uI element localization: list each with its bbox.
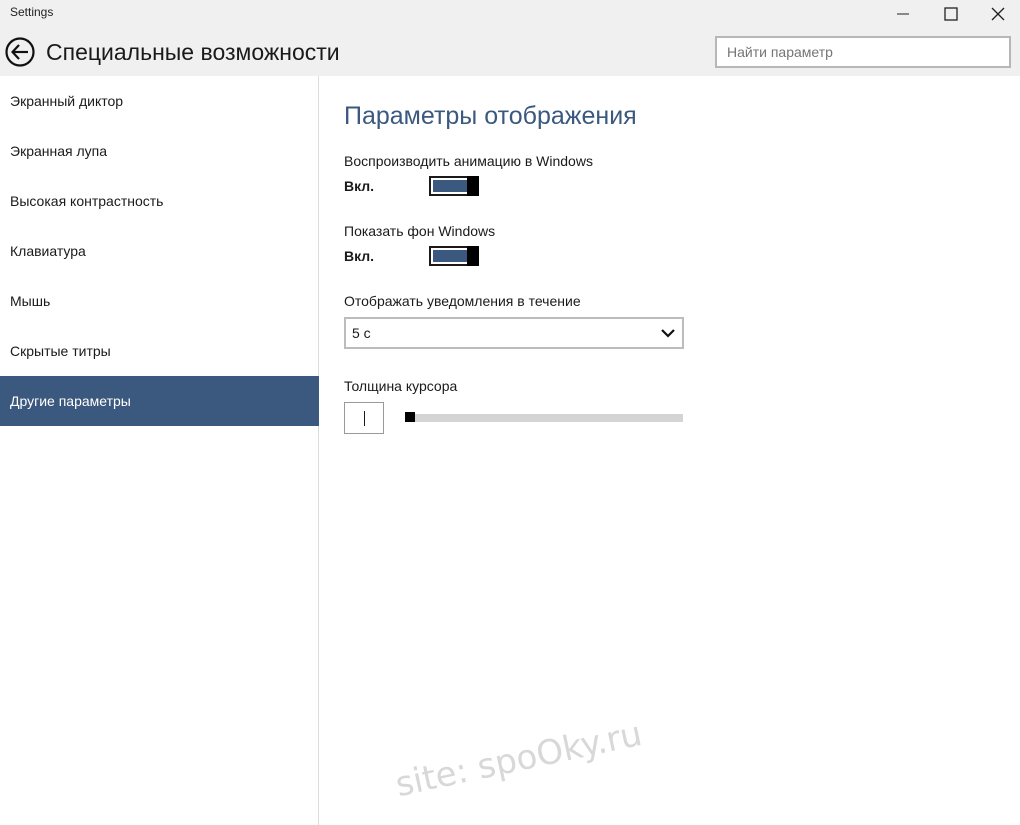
cursor-preview [344,402,384,434]
cursor-thickness-label: Толщина курсора [344,378,458,394]
section-title: Параметры отображения [344,102,637,130]
background-state: Вкл. [344,248,375,264]
minimize-icon [897,13,909,15]
close-icon [991,7,1005,21]
minimize-button[interactable] [880,0,926,28]
title-bar: Settings [0,0,1020,28]
sidebar-item-magnifier[interactable]: Экранная лупа [0,126,319,176]
toggle-fill [433,250,468,262]
maximize-button[interactable] [928,0,974,28]
app-title: Settings [10,5,54,19]
notifications-label: Отображать уведомления в течение [344,293,581,309]
sidebar-item-narrator[interactable]: Экранный диктор [0,76,319,126]
main-content: Параметры отображения Воспроизводить ани… [320,76,1020,825]
sidebar-item-high-contrast[interactable]: Высокая контрастность [0,176,319,226]
chevron-down-icon [661,329,675,338]
sidebar-item-mouse[interactable]: Мышь [0,276,319,326]
page-title: Специальные возможности [46,39,340,65]
animation-state: Вкл. [344,178,375,194]
toggle-fill [433,180,468,192]
toggle-thumb [467,246,479,266]
sidebar-item-closed-captions[interactable]: Скрытые титры [0,326,319,376]
page-header: Специальные возможности [0,28,1020,76]
close-button[interactable] [975,0,1020,28]
slider-thumb[interactable] [405,412,415,422]
sidebar-item-other-options[interactable]: Другие параметры [0,376,319,426]
search-input[interactable] [715,36,1011,68]
maximize-icon [944,7,958,21]
notifications-duration-dropdown[interactable]: 5 с [344,317,684,349]
sidebar-item-keyboard[interactable]: Клавиатура [0,226,319,276]
background-toggle[interactable] [429,246,479,266]
slider-track [405,414,683,422]
text-cursor-icon [364,411,365,426]
back-arrow-icon [5,37,35,67]
animation-toggle[interactable] [429,176,479,196]
toggle-thumb [467,176,479,196]
background-label: Показать фон Windows [344,223,496,239]
back-button[interactable] [5,37,35,67]
sidebar: Экранный диктор Экранная лупа Высокая ко… [0,76,319,825]
dropdown-value: 5 с [352,325,371,341]
animation-label: Воспроизводить анимацию в Windows [344,153,593,169]
cursor-thickness-slider[interactable] [405,410,683,426]
